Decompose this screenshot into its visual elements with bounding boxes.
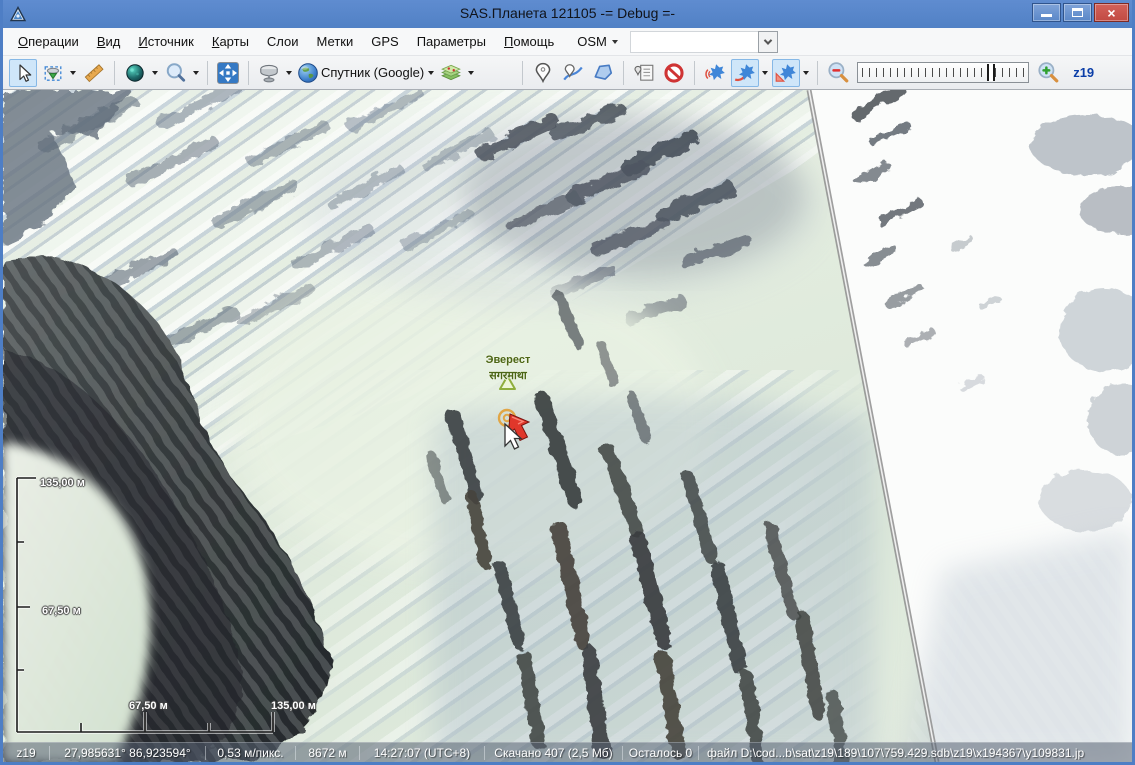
toolbar-separator xyxy=(817,61,818,85)
chevron-down-icon[interactable] xyxy=(468,71,474,75)
menu-gps[interactable]: GPS xyxy=(362,30,407,53)
minimize-button[interactable] xyxy=(1032,3,1061,22)
maximize-button[interactable] xyxy=(1063,3,1092,22)
search-combobox[interactable] xyxy=(630,31,778,53)
fullscreen-icon xyxy=(216,61,240,85)
gps-connect-icon xyxy=(703,62,727,84)
gps-follow-button[interactable] xyxy=(772,59,800,87)
osm-search-button[interactable]: OSM xyxy=(569,31,626,52)
placemark-pin-icon xyxy=(533,62,553,84)
layers-button[interactable] xyxy=(437,59,465,87)
gps-track-button[interactable] xyxy=(731,59,759,87)
menu-parameters[interactable]: Параметры xyxy=(408,30,495,53)
layers-icon xyxy=(440,62,462,84)
close-button[interactable]: × xyxy=(1094,3,1129,22)
close-icon: × xyxy=(1107,5,1115,21)
menu-source[interactable]: Источник xyxy=(129,30,203,53)
selection-manager-button[interactable] xyxy=(39,59,67,87)
chevron-down-icon[interactable] xyxy=(152,71,158,75)
search-icon xyxy=(165,62,187,84)
zoom-out-button[interactable] xyxy=(824,59,852,87)
status-time: 14:27:07 (UTC+8) xyxy=(360,746,485,760)
pointer-tool-button[interactable] xyxy=(9,59,37,87)
chevron-down-icon xyxy=(428,71,434,75)
toolbar-zoom-level: z19 xyxy=(1073,65,1094,80)
app-window: SAS.Планета 121105 -= Debug =- × Операци… xyxy=(0,0,1135,765)
toolbar-separator xyxy=(248,61,249,85)
chevron-down-icon[interactable] xyxy=(803,71,809,75)
map-source-button[interactable]: Спутник (Google) xyxy=(296,59,435,87)
dark-globe-icon xyxy=(125,63,145,83)
chevron-down-icon[interactable] xyxy=(193,71,199,75)
gps-follow-icon xyxy=(774,62,798,84)
status-file-path: файл D:\cod...b\sat\z19\189\107\759.429.… xyxy=(699,746,1132,760)
cache-mode-button[interactable] xyxy=(255,59,283,87)
earth-globe-icon xyxy=(297,62,319,84)
window-title: SAS.Планета 121105 -= Debug =- xyxy=(460,5,675,21)
toolbar-separator xyxy=(694,61,695,85)
add-path-button[interactable] xyxy=(559,59,587,87)
no-entry-icon xyxy=(663,62,685,84)
cache-disk-icon xyxy=(258,62,280,84)
maximize-icon xyxy=(1072,8,1083,17)
menu-operations[interactable]: Операции xyxy=(9,30,88,53)
combobox-dropdown-button[interactable] xyxy=(758,31,778,53)
menu-placemarks[interactable]: Метки xyxy=(308,30,363,53)
pointer-icon xyxy=(13,63,33,83)
fill-map-button[interactable] xyxy=(121,59,149,87)
zoom-out-icon xyxy=(826,61,850,85)
osm-label: OSM xyxy=(577,34,607,49)
zoom-in-button[interactable] xyxy=(1034,59,1062,87)
chevron-down-icon[interactable] xyxy=(762,71,768,75)
go-to-search-button[interactable] xyxy=(162,59,190,87)
satellite-terrain xyxy=(3,90,1132,762)
status-zoom: z19 xyxy=(3,746,50,760)
zoom-in-icon xyxy=(1036,61,1060,85)
status-coordinates: 27,985631° 86,923594° xyxy=(50,746,206,760)
ruler-button[interactable] xyxy=(80,59,108,87)
selection-download-icon xyxy=(43,63,63,83)
gps-connect-button[interactable] xyxy=(701,59,729,87)
menu-layers[interactable]: Слои xyxy=(258,30,308,53)
chevron-down-icon[interactable] xyxy=(70,71,76,75)
placemark-list-icon xyxy=(633,62,655,84)
status-downloaded: Скачано 407 (2,5 Мб) xyxy=(485,746,623,760)
menu-maps[interactable]: Карты xyxy=(203,30,258,53)
add-placemark-button[interactable] xyxy=(529,59,557,87)
placemark-manager-button[interactable] xyxy=(630,59,658,87)
zoom-slider-thumb[interactable] xyxy=(987,64,995,81)
toolbar-separator xyxy=(522,61,523,85)
add-polygon-button[interactable] xyxy=(589,59,617,87)
status-resolution: 0,53 м/пикс. xyxy=(206,746,296,760)
fullscreen-button[interactable] xyxy=(214,59,242,87)
zoom-slider[interactable] xyxy=(857,62,1029,83)
toolbar: Спутник (Google) xyxy=(3,56,1132,90)
status-remaining: Осталось 0 xyxy=(623,746,699,760)
menu-view[interactable]: Вид xyxy=(88,30,130,53)
polygon-icon xyxy=(592,62,614,84)
status-elevation: 8672 м xyxy=(296,746,360,760)
minimize-icon xyxy=(1041,14,1052,17)
path-icon xyxy=(562,62,584,84)
chevron-down-icon xyxy=(764,36,772,44)
app-icon xyxy=(9,5,27,23)
zoom-slider-ticks xyxy=(862,63,1024,82)
ruler-icon xyxy=(83,62,105,84)
toolbar-separator xyxy=(623,61,624,85)
status-bar: z19 27,985631° 86,923594° 0,53 м/пикс. 8… xyxy=(3,742,1132,762)
hide-marks-button[interactable] xyxy=(660,59,688,87)
menu-help[interactable]: Помощь xyxy=(495,30,563,53)
map-viewport[interactable]: Эверест सगरमाथा 135,00 м 67,50 м 67,50 м… xyxy=(3,90,1132,762)
map-source-label: Спутник (Google) xyxy=(321,65,424,80)
chevron-down-icon[interactable] xyxy=(286,71,292,75)
toolbar-separator xyxy=(207,61,208,85)
gps-track-icon xyxy=(733,62,757,84)
chevron-down-icon xyxy=(612,40,618,44)
toolbar-separator xyxy=(114,61,115,85)
title-bar[interactable]: SAS.Планета 121105 -= Debug =- × xyxy=(0,0,1135,28)
menu-bar: Операции Вид Источник Карты Слои Метки G… xyxy=(3,28,1132,56)
